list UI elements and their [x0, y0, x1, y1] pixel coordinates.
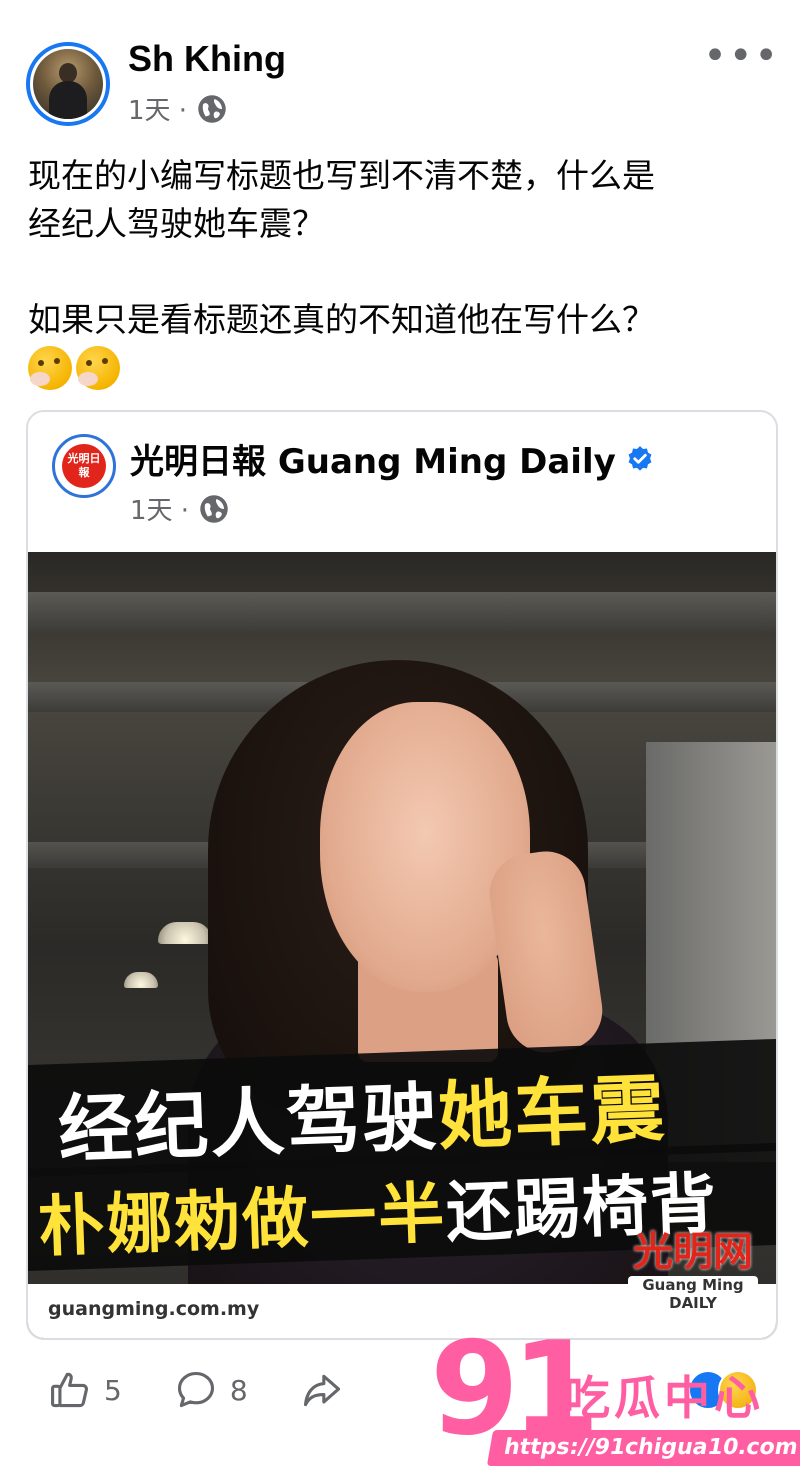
- page-logo-text: 光明日報: [62, 444, 106, 488]
- emoji-row: [28, 346, 120, 390]
- post-text-line: 经纪人驾驶她车震？: [28, 204, 325, 243]
- headline-1-white: 经纪人驾驶: [56, 1074, 440, 1174]
- like-button[interactable]: 5: [48, 1368, 122, 1412]
- post-time[interactable]: 1天 ·: [128, 90, 187, 127]
- post-body: 现在的小编写标题也写到不清不楚，什么是 经纪人驾驶她车震？ 如果只是看标题还真的…: [28, 152, 778, 344]
- page-logo[interactable]: 光明日報: [52, 434, 116, 498]
- brand-logo-cn: 光明网: [633, 1228, 753, 1275]
- verified-badge-icon: [628, 445, 652, 471]
- post-text-line: 如果只是看标题还真的不知道他在写什么？: [28, 300, 655, 339]
- action-bar: 5 8: [48, 1368, 396, 1412]
- like-count: 5: [104, 1373, 122, 1407]
- watermark-number: 91: [430, 1315, 600, 1464]
- comment-button[interactable]: 8: [174, 1368, 248, 1412]
- watermark-url: https://91chigua10.com: [486, 1430, 800, 1466]
- reaction-summary[interactable]: [688, 1370, 758, 1410]
- thumbs-up-icon: [51, 1372, 88, 1408]
- source-url: guangming.com.my: [48, 1298, 260, 1320]
- more-options-button[interactable]: •••: [703, 36, 780, 76]
- globe-icon: [200, 494, 228, 523]
- shared-post-card[interactable]: 光明日報 光明日報 Guang Ming Daily 1天 · 经纪人驾驶她车震…: [26, 410, 778, 1340]
- share-button[interactable]: [300, 1368, 344, 1412]
- brand-logo-en: Guang Ming DAILY: [628, 1276, 758, 1312]
- haha-reaction-icon: [718, 1370, 758, 1410]
- page-name[interactable]: 光明日報 Guang Ming Daily: [130, 434, 616, 483]
- globe-icon: [198, 94, 226, 123]
- comment-count: 8: [229, 1373, 248, 1407]
- image-footer: guangming.com.my 光明网 Guang Ming DAILY: [28, 1228, 776, 1338]
- shared-post-image[interactable]: 经纪人驾驶她车震 朴娜勑做一半还踢椅背 guangming.com.my 光明网…: [28, 552, 776, 1338]
- comment-icon: [177, 1371, 214, 1408]
- post-text-line: 现在的小编写标题也写到不清不楚，什么是: [28, 156, 655, 195]
- brand-logo: 光明网 Guang Ming DAILY: [628, 1228, 758, 1332]
- thinking-face-icon: [76, 346, 120, 390]
- author-name[interactable]: Sh Khing: [128, 38, 286, 80]
- shared-post-time[interactable]: 1天 ·: [130, 490, 189, 527]
- author-avatar[interactable]: [26, 42, 110, 126]
- share-icon: [303, 1374, 340, 1407]
- headline-2-yellow: 朴娜勑做一半: [37, 1174, 448, 1266]
- post-meta: 1天 ·: [128, 90, 227, 127]
- page-name-row: 光明日報 Guang Ming Daily: [130, 434, 654, 483]
- headline-1-yellow: 她车震: [436, 1066, 668, 1161]
- thinking-face-icon: [28, 346, 72, 390]
- shared-post-meta: 1天 ·: [130, 490, 229, 527]
- avatar-photo: [33, 49, 103, 119]
